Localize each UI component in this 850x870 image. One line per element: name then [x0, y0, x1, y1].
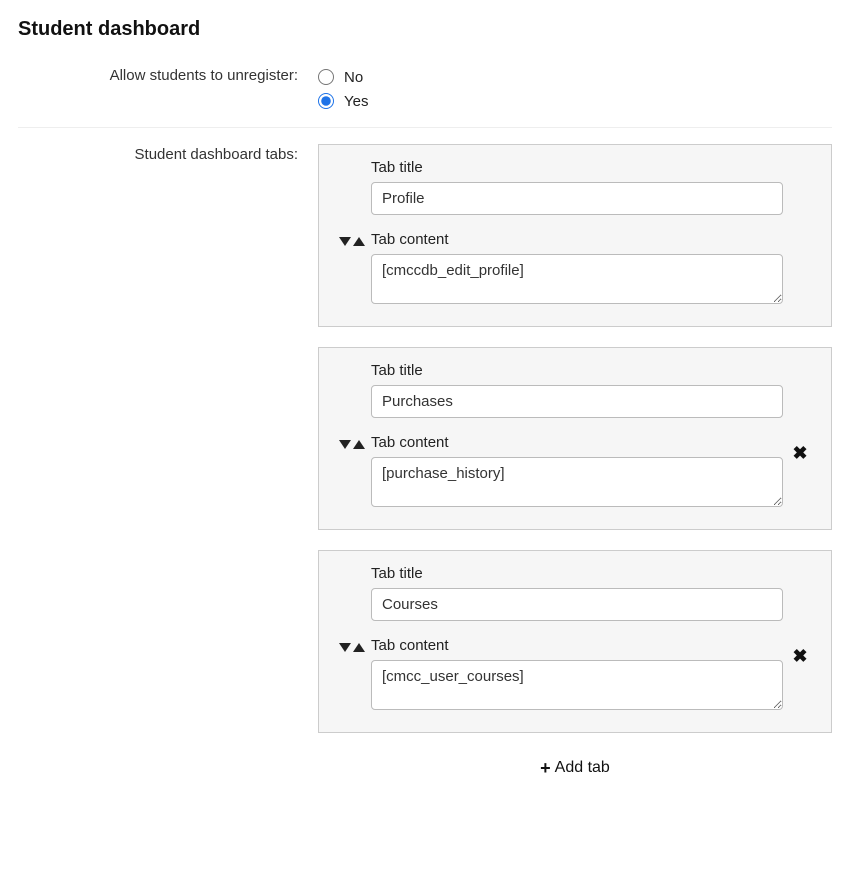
- tab-title-input[interactable]: [371, 182, 783, 215]
- section-title: Student dashboard: [18, 18, 832, 41]
- remove-tab-button[interactable]: ✖: [788, 440, 811, 466]
- tab-content-label: Tab content: [371, 231, 783, 248]
- tab-card: Tab title Tab content ✖: [318, 347, 832, 530]
- tab-content-textarea[interactable]: [371, 660, 783, 710]
- tab-content-textarea[interactable]: [371, 254, 783, 304]
- plus-icon: +: [540, 759, 551, 777]
- tab-content-label: Tab content: [371, 637, 783, 654]
- unregister-radio-yes-label: Yes: [344, 93, 368, 110]
- tab-title-input[interactable]: [371, 385, 783, 418]
- close-icon: ✖: [792, 443, 807, 463]
- unregister-radio-no-input[interactable]: [318, 69, 334, 85]
- tab-title-label: Tab title: [371, 565, 783, 582]
- unregister-radio-yes[interactable]: Yes: [318, 89, 832, 113]
- remove-tab-button[interactable]: ✖: [788, 643, 811, 669]
- tab-title-input[interactable]: [371, 588, 783, 621]
- triangle-up-icon: [353, 643, 365, 652]
- triangle-down-icon: [339, 643, 351, 652]
- reorder-handle-icon[interactable]: [339, 237, 365, 246]
- reorder-handle-icon[interactable]: [339, 440, 365, 449]
- tabs-row-label: Student dashboard tabs:: [18, 144, 318, 163]
- unregister-radio-no[interactable]: No: [318, 65, 832, 89]
- tab-card: Tab title Tab content ✖: [318, 550, 832, 733]
- tab-content-textarea[interactable]: [371, 457, 783, 507]
- triangle-down-icon: [339, 237, 351, 246]
- tab-title-label: Tab title: [371, 159, 783, 176]
- triangle-up-icon: [353, 440, 365, 449]
- close-icon: ✖: [792, 646, 807, 666]
- tab-card: Tab title Tab content: [318, 144, 832, 327]
- unregister-radio-yes-input[interactable]: [318, 93, 334, 109]
- unregister-radio-no-label: No: [344, 69, 363, 86]
- add-tab-label: Add tab: [555, 759, 610, 777]
- triangle-up-icon: [353, 237, 365, 246]
- triangle-down-icon: [339, 440, 351, 449]
- tab-title-label: Tab title: [371, 362, 783, 379]
- add-tab-button[interactable]: + Add tab: [530, 753, 620, 783]
- tab-content-label: Tab content: [371, 434, 783, 451]
- reorder-handle-icon[interactable]: [339, 643, 365, 652]
- unregister-label: Allow students to unregister:: [18, 65, 318, 84]
